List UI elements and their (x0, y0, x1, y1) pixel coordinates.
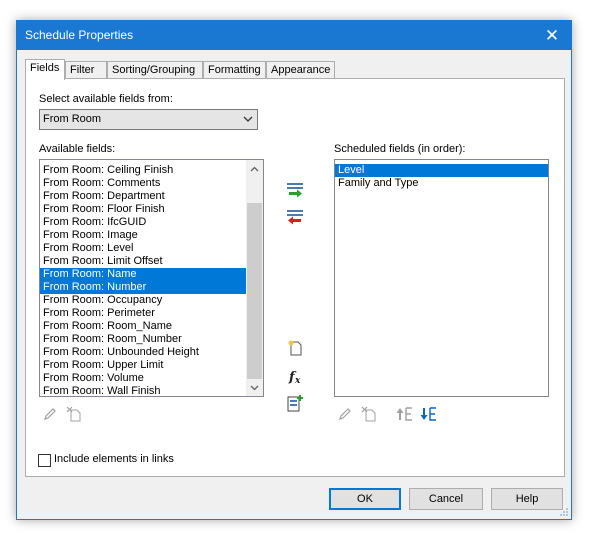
add-field-icon[interactable] (284, 179, 306, 201)
scheduled-fields-list[interactable]: Level Family and Type (334, 159, 549, 397)
available-field-item[interactable]: From Room: Floor Finish (40, 203, 246, 216)
scroll-up-icon[interactable] (246, 160, 263, 177)
edit-parameter-icon[interactable] (334, 403, 356, 425)
chevron-down-icon (243, 116, 253, 122)
fields-tab-panel: Select available fields from: From Room … (25, 78, 565, 477)
select-fields-value: From Room (43, 113, 102, 125)
ok-button[interactable]: OK (329, 488, 401, 510)
scheduled-field-item[interactable]: Family and Type (335, 177, 548, 190)
scheduled-fields-rows: Level Family and Type (335, 164, 548, 190)
new-parameter-icon[interactable] (284, 337, 306, 359)
tab-appearance[interactable]: Appearance (266, 61, 335, 79)
edit-parameter-icon[interactable] (39, 403, 61, 425)
remove-field-icon[interactable] (284, 206, 306, 228)
tab-formatting[interactable]: Formatting (203, 61, 266, 79)
available-fields-list[interactable]: From Room: Ceiling Finish From Room: Comm… (39, 159, 264, 397)
combine-parameters-icon[interactable] (284, 392, 306, 414)
scheduled-field-item[interactable]: Level (335, 164, 548, 177)
available-field-item[interactable]: From Room: Ceiling Finish (40, 164, 246, 177)
scrollbar-thumb[interactable] (247, 203, 262, 379)
available-fields-scrollbar[interactable] (246, 160, 263, 396)
select-fields-label: Select available fields from: (39, 93, 173, 105)
tab-sorting-grouping[interactable]: Sorting/Grouping (107, 61, 203, 79)
delete-parameter-icon[interactable] (358, 403, 380, 425)
available-field-item[interactable]: From Room: Level (40, 242, 246, 255)
tab-filter[interactable]: Filter (65, 61, 107, 79)
available-field-item[interactable]: From Room: Occupancy (40, 294, 246, 307)
title-bar: Schedule Properties ✕ (17, 21, 571, 50)
available-field-item[interactable]: From Room: IfcGUID (40, 216, 246, 229)
available-field-item[interactable]: From Room: Name (40, 268, 246, 281)
available-field-item[interactable]: From Room: Unbounded Height (40, 346, 246, 359)
available-fields-rows: From Room: Ceiling Finish From Room: Comm… (40, 164, 246, 396)
include-links-checkbox[interactable] (38, 454, 51, 467)
available-field-item[interactable]: From Room: Comments (40, 177, 246, 190)
available-field-item[interactable]: From Room: Room_Name (40, 320, 246, 333)
available-field-item[interactable]: From Room: Upper Limit (40, 359, 246, 372)
available-field-item[interactable]: From Room: Perimeter (40, 307, 246, 320)
schedule-properties-dialog: Schedule Properties ✕ Fields Filter Sort… (16, 20, 572, 520)
include-links-label: Include elements in links (54, 453, 174, 465)
available-field-item[interactable]: From Room: Limit Offset (40, 255, 246, 268)
svg-text:x: x (294, 376, 301, 385)
window-title: Schedule Properties (25, 28, 134, 42)
available-field-item[interactable]: From Room: Volume (40, 372, 246, 385)
resize-grip-icon[interactable] (559, 507, 569, 517)
help-button[interactable]: Help (491, 488, 563, 510)
available-field-item[interactable]: From Room: Room_Number (40, 333, 246, 346)
delete-parameter-icon[interactable] (63, 403, 85, 425)
scroll-down-icon[interactable] (246, 379, 263, 396)
move-down-icon[interactable] (418, 403, 440, 425)
close-icon[interactable]: ✕ (533, 21, 571, 50)
available-field-item[interactable]: From Room: Wall Finish (40, 385, 246, 396)
cancel-button[interactable]: Cancel (409, 488, 483, 510)
available-field-item[interactable]: From Room: Department (40, 190, 246, 203)
available-fields-label: Available fields: (39, 143, 116, 155)
available-field-item[interactable]: From Room: Number (40, 281, 246, 294)
available-field-item[interactable]: From Room: Image (40, 229, 246, 242)
tab-fields[interactable]: Fields (25, 59, 65, 80)
calculated-value-icon[interactable]: f x (284, 365, 306, 387)
move-up-icon[interactable] (394, 403, 416, 425)
select-fields-dropdown[interactable]: From Room (39, 109, 258, 130)
scheduled-fields-label: Scheduled fields (in order): (334, 143, 466, 155)
